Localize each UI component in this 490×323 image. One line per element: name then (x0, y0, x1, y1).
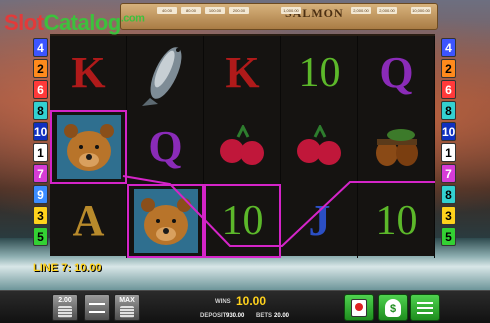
max-label: MAX (119, 297, 135, 304)
deposit-label: DEPOSIT (200, 313, 227, 319)
coins-icon (58, 306, 72, 318)
symbol-raspberry (204, 110, 281, 184)
symbol-salmon (127, 36, 204, 110)
symbol-10: 10 (298, 50, 341, 96)
line-number[interactable]: 3 (33, 206, 48, 225)
gamble-button[interactable] (344, 294, 374, 321)
prize-value: 2,000.00 (351, 7, 371, 14)
line-number[interactable]: 4 (33, 38, 48, 57)
line-number[interactable]: 7 (33, 164, 48, 183)
symbol-10: 10 (204, 184, 281, 258)
reel-grid: K A Q K 10 10 J Q 10 (50, 34, 435, 258)
money-bag-icon: $ (385, 298, 401, 317)
prize-value: 1,000.00 (281, 7, 301, 14)
line-number[interactable]: 6 (33, 80, 48, 99)
jackpot-banner: SALMON 40.00 80.00 100.00 200.00 1,000.0… (120, 3, 438, 30)
reel-5: Q 10 (358, 36, 435, 258)
line-number[interactable]: 1 (33, 143, 48, 162)
deposit-value: 930.00 (226, 313, 245, 319)
bets-value: 20.00 (274, 313, 290, 319)
prize-value: 2,000.00 (377, 7, 397, 14)
wins-value: 10.00 (236, 294, 267, 308)
line-number[interactable]: 5 (33, 227, 48, 246)
control-bar: 2.00 MAX WINS 10.00 DEPOSIT 930.00 BETS … (0, 290, 490, 323)
reel-3: K 10 (204, 36, 281, 258)
line-number[interactable]: 8 (441, 101, 456, 120)
symbol-k: K (225, 48, 260, 97)
symbol-raspberry (281, 110, 358, 184)
prize-value: 40.00 (157, 7, 177, 14)
collect-button[interactable]: $ (378, 294, 408, 321)
watermark-com: .com (120, 12, 145, 25)
bet-button[interactable]: 2.00 (52, 294, 78, 321)
reel-1: K A (50, 36, 127, 258)
symbol-bear (50, 110, 127, 184)
symbol-q: Q (379, 48, 414, 97)
line-number[interactable]: 10 (441, 122, 456, 141)
reel-4: 10 J (281, 36, 358, 258)
cards-icon (351, 298, 367, 317)
line-number[interactable]: 6 (441, 80, 456, 99)
symbol-j: J (308, 196, 331, 245)
bet-value: 2.00 (58, 297, 72, 304)
menu-button[interactable] (410, 294, 440, 321)
bets-label: BETS (256, 313, 273, 319)
line-number[interactable]: 8 (441, 185, 456, 204)
line-number[interactable]: 8 (33, 101, 48, 120)
prize-value: 200.00 (229, 7, 249, 14)
symbol-q: Q (148, 122, 183, 171)
prize-value: 100.00 (205, 7, 225, 14)
lines-button[interactable] (84, 294, 110, 321)
wins-label: WINS (215, 299, 231, 305)
prize-value: 10,000.00 (411, 7, 431, 14)
max-bet-button[interactable]: MAX (114, 294, 140, 321)
line-number[interactable]: 7 (441, 164, 456, 183)
watermark-slot: Slot (4, 10, 44, 35)
line-number[interactable]: 10 (33, 122, 48, 141)
win-line-label: LINE 7: 10.00 (33, 262, 102, 274)
watermark-catalog: Catalog (43, 10, 122, 35)
symbol-10: 10 (375, 198, 418, 244)
line-number[interactable]: 3 (441, 206, 456, 225)
line-numbers-right: 4 2 6 8 10 1 7 8 3 5 (441, 38, 456, 248)
symbol-acorn (358, 110, 435, 184)
line-number[interactable]: 4 (441, 38, 456, 57)
line-number[interactable]: 2 (441, 59, 456, 78)
lines-icon (89, 303, 105, 313)
prize-value: 80.00 (181, 7, 201, 14)
symbol-k: K (71, 48, 106, 97)
line-number[interactable]: 9 (33, 185, 48, 204)
line-number[interactable]: 5 (441, 227, 456, 246)
watermark-logo: SlotCatalog.com (4, 10, 145, 36)
reel-2: Q (127, 36, 204, 258)
menu-icon (417, 301, 433, 314)
line-number[interactable]: 2 (33, 59, 48, 78)
line-numbers-left: 4 2 6 8 10 1 7 9 3 5 (33, 38, 48, 248)
symbol-bear (127, 184, 204, 258)
symbol-a: A (72, 196, 105, 245)
coins-icon (120, 306, 134, 318)
line-number[interactable]: 1 (441, 143, 456, 162)
